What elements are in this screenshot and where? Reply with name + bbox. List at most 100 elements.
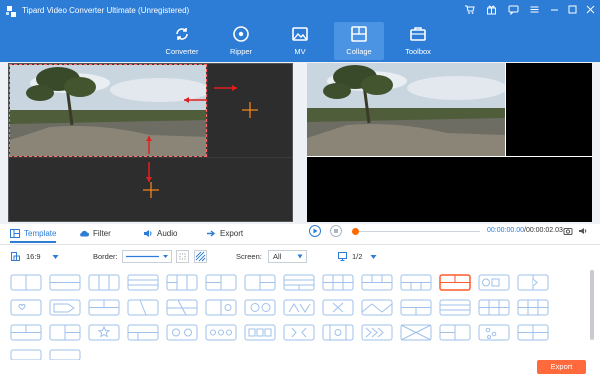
template-11[interactable] — [400, 274, 432, 291]
template-32[interactable] — [127, 324, 159, 341]
tab-template-label: Template — [24, 229, 57, 238]
page-dropdown-icon[interactable] — [370, 253, 377, 259]
template-scrollbar[interactable] — [590, 270, 594, 340]
template-8[interactable] — [283, 274, 315, 291]
template-3[interactable] — [88, 274, 120, 291]
template-1[interactable] — [10, 274, 42, 291]
template-38[interactable] — [361, 324, 393, 341]
time-current: 00:00:00.00 — [487, 227, 524, 234]
stop-icon — [334, 229, 338, 233]
template-4[interactable] — [127, 274, 159, 291]
cloud-icon — [80, 231, 89, 237]
tab-mv[interactable]: MV — [275, 22, 325, 60]
tab-toolbox[interactable]: Toolbox — [393, 22, 443, 60]
chat-icon[interactable] — [507, 4, 520, 17]
tab-toolbox-label: Toolbox — [405, 47, 431, 56]
hatch-pattern-icon — [195, 251, 206, 262]
template-19[interactable] — [166, 299, 198, 316]
menu-icon[interactable] — [528, 4, 541, 17]
template-15[interactable] — [10, 299, 42, 316]
tab-converter-label: Converter — [165, 47, 199, 56]
template-41[interactable] — [478, 324, 510, 341]
template-44[interactable] — [49, 349, 81, 360]
aspect-ratio-value[interactable]: 16:9 — [26, 252, 41, 262]
stop-button[interactable] — [330, 225, 342, 237]
template-25[interactable] — [400, 299, 432, 316]
screen-label: Screen: — [236, 252, 262, 261]
template-9[interactable] — [322, 274, 354, 291]
template-2[interactable] — [49, 274, 81, 291]
template-28[interactable] — [517, 299, 549, 316]
tab-filter[interactable]: Filter — [79, 225, 111, 243]
template-36[interactable] — [283, 324, 315, 341]
snapshot-icon[interactable] — [563, 226, 573, 236]
collage-output-preview — [307, 63, 592, 222]
border-pattern-button[interactable] — [194, 250, 207, 263]
template-34[interactable] — [205, 324, 237, 341]
cart-icon[interactable] — [463, 4, 476, 17]
template-40[interactable] — [439, 324, 471, 341]
tab-export[interactable]: Export — [206, 225, 243, 243]
play-button[interactable] — [309, 225, 321, 237]
template-26[interactable] — [439, 299, 471, 316]
tab-audio-label: Audio — [157, 229, 178, 238]
template-14[interactable] — [517, 274, 549, 291]
template-35[interactable] — [244, 324, 276, 341]
screen-select[interactable]: All — [268, 250, 307, 263]
tab-converter[interactable]: Converter — [157, 22, 207, 60]
minimize-icon[interactable] — [548, 4, 561, 17]
template-31[interactable] — [88, 324, 120, 341]
template-7[interactable] — [244, 274, 276, 291]
gift-icon[interactable] — [485, 4, 498, 17]
page-indicator: 1/2 — [352, 252, 363, 261]
template-12-selected[interactable] — [439, 274, 471, 291]
aspect-dropdown-icon[interactable] — [52, 253, 59, 259]
template-43[interactable] — [10, 349, 42, 360]
template-20[interactable] — [205, 299, 237, 316]
template-icon — [10, 229, 20, 239]
preview-divider — [307, 156, 592, 157]
template-17[interactable] — [88, 299, 120, 316]
template-37[interactable] — [322, 324, 354, 341]
chevron-down-icon — [297, 254, 303, 259]
close-icon[interactable] — [584, 4, 597, 17]
template-24[interactable] — [361, 299, 393, 316]
template-33[interactable] — [166, 324, 198, 341]
template-39[interactable] — [400, 324, 432, 341]
timeline-handle[interactable] — [352, 228, 359, 235]
template-22[interactable] — [283, 299, 315, 316]
tabs-divider — [0, 244, 600, 245]
tab-audio[interactable]: Audio — [143, 225, 177, 243]
template-29[interactable] — [10, 324, 42, 341]
template-23[interactable] — [322, 299, 354, 316]
title-bar: Tipard Video Converter Ultimate (Unregis… — [0, 0, 600, 62]
template-6[interactable] — [205, 274, 237, 291]
template-42[interactable] — [517, 324, 549, 341]
screen-select-value: All — [273, 252, 282, 261]
export-arrow-icon — [207, 230, 216, 237]
border-color-button[interactable] — [176, 250, 189, 263]
timeline-track[interactable] — [352, 231, 480, 232]
toolbox-icon — [410, 27, 426, 41]
tab-ripper-label: Ripper — [229, 47, 253, 56]
app-logo-icon — [6, 6, 16, 17]
volume-icon[interactable] — [578, 226, 588, 236]
template-10[interactable] — [361, 274, 393, 291]
template-13[interactable] — [478, 274, 510, 291]
border-label: Border: — [93, 252, 118, 261]
template-30[interactable] — [49, 324, 81, 341]
collage-icon — [351, 26, 367, 42]
maximize-icon[interactable] — [566, 4, 579, 17]
tab-template[interactable]: Template — [10, 225, 57, 243]
border-style-select[interactable] — [122, 250, 172, 263]
tab-ripper[interactable]: Ripper — [216, 22, 266, 60]
template-5[interactable] — [166, 274, 198, 291]
template-18[interactable] — [127, 299, 159, 316]
export-button[interactable]: Export — [537, 360, 586, 374]
play-icon — [313, 228, 318, 234]
template-21[interactable] — [244, 299, 276, 316]
tab-collage[interactable]: Collage — [334, 22, 384, 60]
template-27[interactable] — [478, 299, 510, 316]
template-16[interactable] — [49, 299, 81, 316]
preview-landscape-image — [307, 63, 507, 156]
